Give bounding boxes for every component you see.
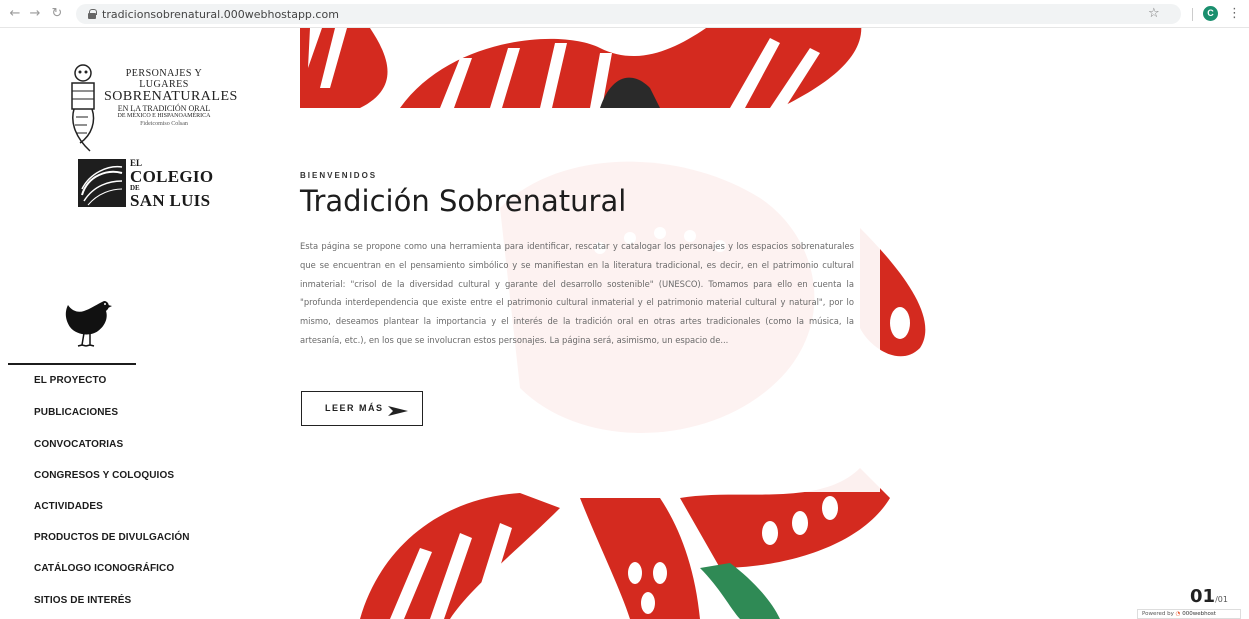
host-logo-icon: ◔ (1175, 611, 1181, 617)
profile-avatar[interactable]: C (1203, 6, 1218, 21)
logo-line-4: DE MÉXICO E HISPANOAMÉRICA (117, 113, 211, 120)
hen-icon (65, 301, 112, 347)
menu-item-catalogo[interactable]: CATÁLOGO ICONOGRÁFICO (34, 563, 174, 574)
logo-line-1: PERSONAJES Y LUGARES (125, 68, 203, 90)
lock-icon (88, 9, 97, 19)
menu-item-actividades[interactable]: ACTIVIDADES (34, 501, 103, 512)
menu-item-convocatorias[interactable]: CONVOCATORIAS (34, 439, 123, 450)
browser-toolbar: ← → ↻ tradicionsobrenatural.000webhostap… (0, 0, 1249, 28)
active-menu-underline (8, 363, 136, 365)
arrow-right-icon (388, 406, 408, 416)
leer-mas-label: LEER MÁS (325, 403, 384, 413)
menu-item-el-proyecto[interactable]: EL PROYECTO (34, 375, 106, 386)
powered-by-label: Powered by (1142, 611, 1174, 617)
reload-icon[interactable]: ↻ (50, 7, 64, 21)
logo-line-3: EN LA TRADICIÓN ORAL (117, 103, 211, 113)
colegio-logo[interactable]: EL COLEGIO DE SAN LUIS (78, 157, 213, 209)
menu-item-publicaciones[interactable]: PUBLICACIONES (34, 407, 118, 418)
hero-description: Esta página se propone como una herramie… (300, 241, 854, 345)
logo-line-2: SOBRENATURALES (104, 89, 238, 104)
page-title: Tradición Sobrenatural (300, 184, 627, 218)
slide-current: 01 (1190, 586, 1216, 607)
logo-line-5: Fideicomiso Colsan (140, 121, 188, 128)
powered-by-brand: 000webhost (1182, 611, 1216, 617)
toolbar-divider (1192, 8, 1193, 21)
kebab-menu-icon[interactable]: ⋮ (1228, 6, 1241, 21)
powered-by-badge[interactable]: Powered by ◔ 000webhost (1137, 609, 1241, 619)
url-text: tradicionsobrenatural.000webhostapp.com (102, 8, 339, 21)
slide-counter: 01/01 (1190, 586, 1228, 607)
menu-item-congresos[interactable]: CONGRESOS Y COLOQUIOS (34, 470, 174, 481)
slide-total: /01 (1215, 595, 1228, 604)
forward-arrow-icon[interactable]: → (28, 7, 42, 21)
back-arrow-icon[interactable]: ← (8, 7, 22, 21)
sidebar: PERSONAJES Y LUGARES SOBRENATURALES EN L… (0, 29, 290, 619)
mermaid-figure-icon (71, 64, 95, 152)
colegio-mark-icon (78, 159, 126, 207)
leer-mas-button[interactable]: LEER MÁS (301, 391, 423, 426)
menu-item-productos[interactable]: PRODUCTOS DE DIVULGACIÓN (34, 532, 190, 543)
project-logo[interactable]: PERSONAJES Y LUGARES SOBRENATURALES EN L… (62, 63, 238, 153)
hero-kicker: BIENVENIDOS (300, 171, 378, 180)
colegio-san-luis: SAN LUIS (130, 191, 211, 210)
bookmark-star-icon[interactable]: ☆ (1148, 6, 1160, 21)
colegio-text: EL COLEGIO DE SAN LUIS (130, 159, 214, 210)
menu-item-sitios[interactable]: SITIOS DE INTERÉS (34, 595, 131, 606)
colegio-word: COLEGIO (130, 167, 214, 186)
project-logo-text: PERSONAJES Y LUGARES SOBRENATURALES EN L… (104, 68, 238, 128)
address-bar[interactable]: tradicionsobrenatural.000webhostapp.com (76, 4, 1181, 24)
